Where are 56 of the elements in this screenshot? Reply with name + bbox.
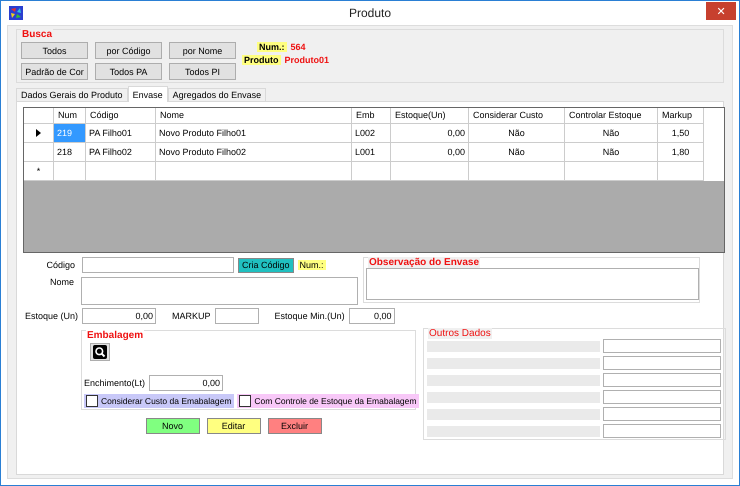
action-button[interactable]: Editar: [206, 418, 260, 434]
group-title: Embalagem: [86, 330, 144, 341]
num-value: 564: [290, 42, 306, 52]
table-cell: 219: [54, 124, 86, 143]
checkbox-option[interactable]: Considerar Custo da Emabalagem: [84, 394, 234, 408]
field-label: Nome: [49, 277, 74, 287]
action-button[interactable]: Novo: [146, 418, 200, 434]
checkbox[interactable]: [86, 395, 98, 407]
table-cell: [86, 162, 156, 181]
create-code-button[interactable]: Cria Código: [238, 258, 294, 272]
code-field[interactable]: [82, 257, 234, 273]
input-field[interactable]: [603, 356, 721, 370]
tab[interactable]: Dados Gerais do Produto: [16, 88, 128, 101]
product-value: Produto01: [284, 55, 330, 65]
group-title: Observação do Envase: [368, 257, 480, 268]
group-title: Outros Dados: [428, 328, 492, 339]
action-button[interactable]: Excluir: [268, 418, 322, 434]
search-button[interactable]: Todos PA: [95, 63, 162, 80]
search-button[interactable]: Padrão de Cor: [21, 63, 88, 80]
search-button[interactable]: [90, 343, 110, 361]
table-cell: [658, 162, 704, 181]
close-button[interactable]: ✕: [706, 2, 736, 20]
new-row-marker: *: [36, 166, 40, 176]
product-label: Produto: [242, 55, 280, 65]
filling-field[interactable]: 0,00: [149, 375, 224, 391]
input-field[interactable]: [603, 407, 721, 421]
window-title: Produto: [348, 6, 392, 20]
group-title: Busca: [21, 29, 54, 40]
checkbox-option[interactable]: Com Controle de Estoque da Emabalagem: [237, 394, 420, 408]
num-label: Num.:: [257, 42, 286, 52]
search-button[interactable]: por Código: [95, 42, 162, 59]
tab[interactable]: Envase: [128, 86, 168, 102]
table-cell: [352, 162, 391, 181]
num-label: Num.:: [298, 260, 326, 270]
name-field[interactable]: [81, 277, 358, 305]
search-button[interactable]: Todos: [21, 42, 88, 59]
notes-field[interactable]: [366, 268, 699, 300]
input-field[interactable]: [603, 424, 721, 438]
field-label: Estoque Min.(Un): [274, 311, 345, 321]
field-label: Código: [45, 260, 75, 270]
checkbox[interactable]: [239, 395, 252, 407]
tab[interactable]: Agregados do Envase: [168, 88, 266, 101]
input-field[interactable]: [603, 339, 721, 353]
current-row-icon: [36, 129, 41, 137]
field-label: Enchimento(Lt): [84, 378, 146, 388]
min-stock-field[interactable]: 0,00: [348, 308, 395, 324]
app-logo-icon: [9, 6, 23, 20]
markup-field[interactable]: [214, 308, 259, 324]
field-label: MARKUP: [172, 311, 211, 321]
search-button[interactable]: Todos PI: [169, 63, 236, 80]
field-label: Estoque (Un): [25, 311, 78, 321]
input-field[interactable]: [603, 390, 721, 404]
input-field[interactable]: [603, 373, 721, 387]
stock-field[interactable]: 0,00: [82, 308, 156, 324]
search-icon: [93, 345, 107, 359]
search-button[interactable]: por Nome: [169, 42, 236, 59]
